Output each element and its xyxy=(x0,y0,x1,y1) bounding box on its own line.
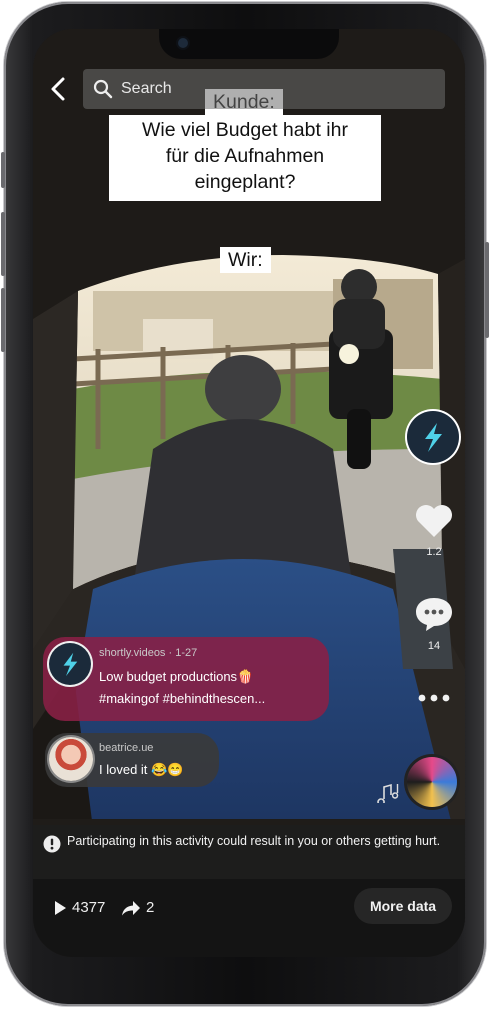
mute-switch xyxy=(1,152,5,188)
back-arrow-icon[interactable] xyxy=(47,75,71,103)
warning-info-icon xyxy=(43,835,61,853)
like-button[interactable]: 1.2 xyxy=(411,503,457,558)
front-camera xyxy=(178,38,188,48)
bottom-bar: 4377 2 More data xyxy=(33,879,465,957)
post-author-avatar[interactable] xyxy=(49,643,91,685)
power-button xyxy=(485,242,489,338)
comment-text: I loved it 😂😁 xyxy=(99,762,184,777)
search-input[interactable]: Search xyxy=(83,69,445,109)
play-icon xyxy=(55,900,66,915)
volume-up-button xyxy=(1,212,5,276)
post-line-2: #makingof #behindthescen... xyxy=(99,691,266,706)
more-data-button[interactable]: More data xyxy=(354,888,452,924)
share-count: 2 xyxy=(121,899,154,916)
comment-item[interactable]: beatrice.ue I loved it 😂😁 xyxy=(45,733,219,787)
phone-frame: Search Kunde: Wie viel Budget habt ihr f… xyxy=(1,2,489,1006)
caption-line-2: Wie viel Budget habt ihr xyxy=(142,119,348,141)
sound-disc-icon[interactable] xyxy=(407,757,457,807)
post-description[interactable]: shortly.videos · 1-27 Low budget product… xyxy=(43,637,329,721)
more-options-button[interactable] xyxy=(413,691,455,711)
caption-block: Wie viel Budget habt ihr für die Aufnahm… xyxy=(109,115,381,201)
music-notes-icon xyxy=(377,783,399,803)
post-line-1: Low budget productions🍿 xyxy=(99,669,254,684)
heart-icon xyxy=(416,505,452,537)
commenter-avatar[interactable] xyxy=(49,737,93,781)
ellipsis-icon xyxy=(418,694,450,702)
caption-bottom: Wir: xyxy=(220,247,271,273)
share-arrow-icon xyxy=(122,900,140,915)
app-screen: Search Kunde: Wie viel Budget habt ihr f… xyxy=(33,29,465,957)
creator-avatar[interactable] xyxy=(407,411,459,463)
comment-count: 14 xyxy=(427,640,441,652)
bolt-logo-icon xyxy=(425,423,442,452)
caption-line-3: für die Aufnahmen xyxy=(165,145,325,167)
bolt-logo-icon xyxy=(63,652,78,677)
share-count-value: 2 xyxy=(146,899,155,916)
play-count: 4377 xyxy=(53,899,105,916)
warning-text: Participating in this activity could res… xyxy=(67,834,441,848)
comment-bubble-icon xyxy=(416,598,452,631)
commenter-name: beatrice.ue xyxy=(99,742,154,754)
search-icon xyxy=(93,79,113,99)
search-placeholder: Search xyxy=(121,80,172,97)
like-count: 1.2 xyxy=(426,546,442,558)
safety-warning-banner: Participating in this activity could res… xyxy=(33,825,465,879)
caption-line-4: eingeplant? xyxy=(194,171,296,193)
comments-button[interactable]: 14 xyxy=(411,595,457,652)
play-count-value: 4377 xyxy=(72,899,106,916)
volume-down-button xyxy=(1,288,5,352)
post-meta: shortly.videos · 1-27 xyxy=(99,647,198,659)
